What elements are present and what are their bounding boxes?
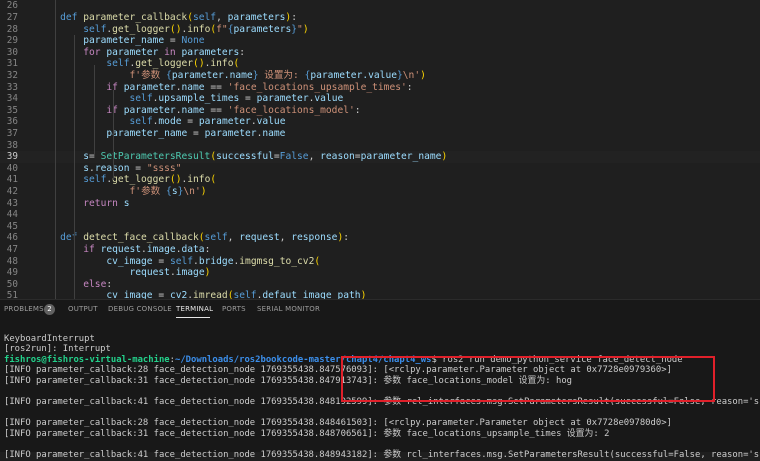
code-line[interactable]: 35 if parameter.name == 'face_locations_… [0,105,760,117]
code-line[interactable]: 37 parameter_name = parameter.name [0,128,760,140]
code-text: def detect_face_callback(self, request, … [60,232,349,244]
code-text: cv_image = self.bridge.imgmsg_to_cv2( [106,255,321,267]
code-line[interactable]: 38 [0,140,760,152]
code-text: def parameter_callback(self, parameters)… [60,12,297,23]
line-number: 27 [6,12,18,23]
tab-output[interactable]: OUTPUT [68,305,98,313]
line-number: 38 [6,139,18,151]
code-line[interactable]: 36 self.mode = parameter.value [0,116,760,128]
indent-guide [113,90,114,180]
tab-terminal[interactable]: TERMINAL [176,305,213,313]
line-number: 33 [6,81,18,93]
line-number: 43 [6,197,18,209]
code-text: self.get_logger().info( [83,174,217,186]
code-line[interactable]: 30 for parameter in parameters: [0,47,760,59]
line-number: 40 [6,162,18,174]
line-number: 46 [6,232,18,244]
code-line[interactable]: 32 f'参数 {parameter.name} 设置为: {parameter… [0,70,760,82]
code-line[interactable]: 50 else: [0,279,760,291]
tab-debug-console[interactable]: DEBUG CONSOLE [108,305,172,313]
terminal-line: [INFO parameter_callback:31 face_detecti… [4,429,610,439]
code-editor[interactable]: 26 27 def parameter_callback(self, parame… [0,0,760,299]
code-text: return s [83,197,130,209]
code-line[interactable]: 42 f'参数 {s}\n') [0,186,760,198]
code-text: self.upsample_times = parameter.value [129,93,344,105]
code-line[interactable]: 48 cv_image = self.bridge.imgmsg_to_cv2( [0,256,760,268]
code-line[interactable]: 45 [0,221,760,233]
code-text: request.image) [129,267,211,279]
code-text: s= SetParametersResult(successful=False,… [83,151,448,163]
code-line[interactable]: 43 return s [0,198,760,210]
code-line[interactable]: 47 if request.image.data: [0,244,760,256]
indent-guide [55,0,56,299]
line-number: 45 [6,220,18,232]
code-line[interactable]: 39 s= SetParametersResult(successful=Fal… [0,151,760,163]
line-number: 37 [6,128,18,139]
code-text: cv_image = cv2.imread(self.defaut_image_… [106,290,367,299]
code-line[interactable]: 33 if parameter.name == 'face_locations_… [0,82,760,94]
line-number: 44 [6,209,18,221]
code-text: s.reason = "ssss" [83,162,182,174]
line-number: 49 [6,267,18,279]
code-text: for parameter in parameters: [83,46,246,58]
terminal-line: [INFO parameter_callback:41 face_detecti… [4,450,760,461]
line-number: 47 [6,244,18,255]
code-text: f'参数 {s}\n') [129,186,207,197]
code-text: self.get_logger().info( [106,58,240,70]
code-text: f'参数 {parameter.name} 设置为: {parameter.va… [129,70,426,81]
code-line[interactable]: 49 request.image) [0,267,760,279]
annotation-highlight-box [341,356,715,402]
code-text: self.get_logger().info(f"{parameters}") [83,23,309,35]
problems-count-badge: 2 [44,304,55,315]
code-line[interactable]: 41 self.get_logger().info( [0,174,760,186]
indent-guide [74,35,75,299]
line-number: 32 [6,70,18,81]
line-number: 41 [6,174,18,186]
line-number: 39 [6,151,18,163]
code-line[interactable]: 44 [0,209,760,221]
tab-serial-monitor[interactable]: SERIAL MONITOR [257,305,320,313]
line-number: 50 [6,278,18,290]
line-number: 48 [6,255,18,267]
line-number: 30 [6,46,18,58]
code-line[interactable]: 46 def detect_face_callback(self, reques… [0,232,760,244]
line-number: 35 [6,104,18,116]
line-number: 51 [6,290,18,299]
code-text: if request.image.data: [83,244,211,255]
code-line[interactable]: 26 [0,0,760,12]
code-line[interactable]: 29 parameter_name = None [0,35,760,47]
prompt-user: fishros@fishros-virtual-machine [4,354,170,365]
line-number: 42 [6,186,18,197]
line-number: 34 [6,93,18,105]
code-text: if parameter.name == 'face_locations_mod… [106,104,361,116]
tab-ports[interactable]: PORTS [222,305,246,313]
code-line[interactable]: 51 cv_image = cv2.imread(self.defaut_ima… [0,290,760,299]
terminal-line: [ros2run]: Interrupt [4,344,111,355]
line-number: 28 [6,23,18,35]
code-line[interactable]: 31 self.get_logger().info( [0,58,760,70]
active-tab-indicator [176,317,210,318]
panel-tab-bar: PROBLEMS 2 OUTPUT DEBUG CONSOLE TERMINAL… [0,300,760,320]
line-number: 31 [6,58,18,70]
code-line[interactable]: 27 def parameter_callback(self, paramete… [0,12,760,24]
code-text: parameter_name = None [83,35,205,47]
indent-guide [94,65,95,155]
code-line[interactable]: 40 s.reason = "ssss" [0,163,760,175]
line-number: 26 [6,0,18,12]
line-number: 36 [6,116,18,128]
terminal-line: KeyboardInterrupt [4,333,95,344]
line-number: 29 [6,35,18,47]
tab-problems[interactable]: PROBLEMS [4,305,44,313]
terminal-line: [INFO parameter_callback:28 face_detecti… [4,418,672,429]
code-line[interactable]: 34 self.upsample_times = parameter.value [0,93,760,105]
code-line[interactable]: 28 self.get_logger().info(f"{parameters}… [0,24,760,36]
